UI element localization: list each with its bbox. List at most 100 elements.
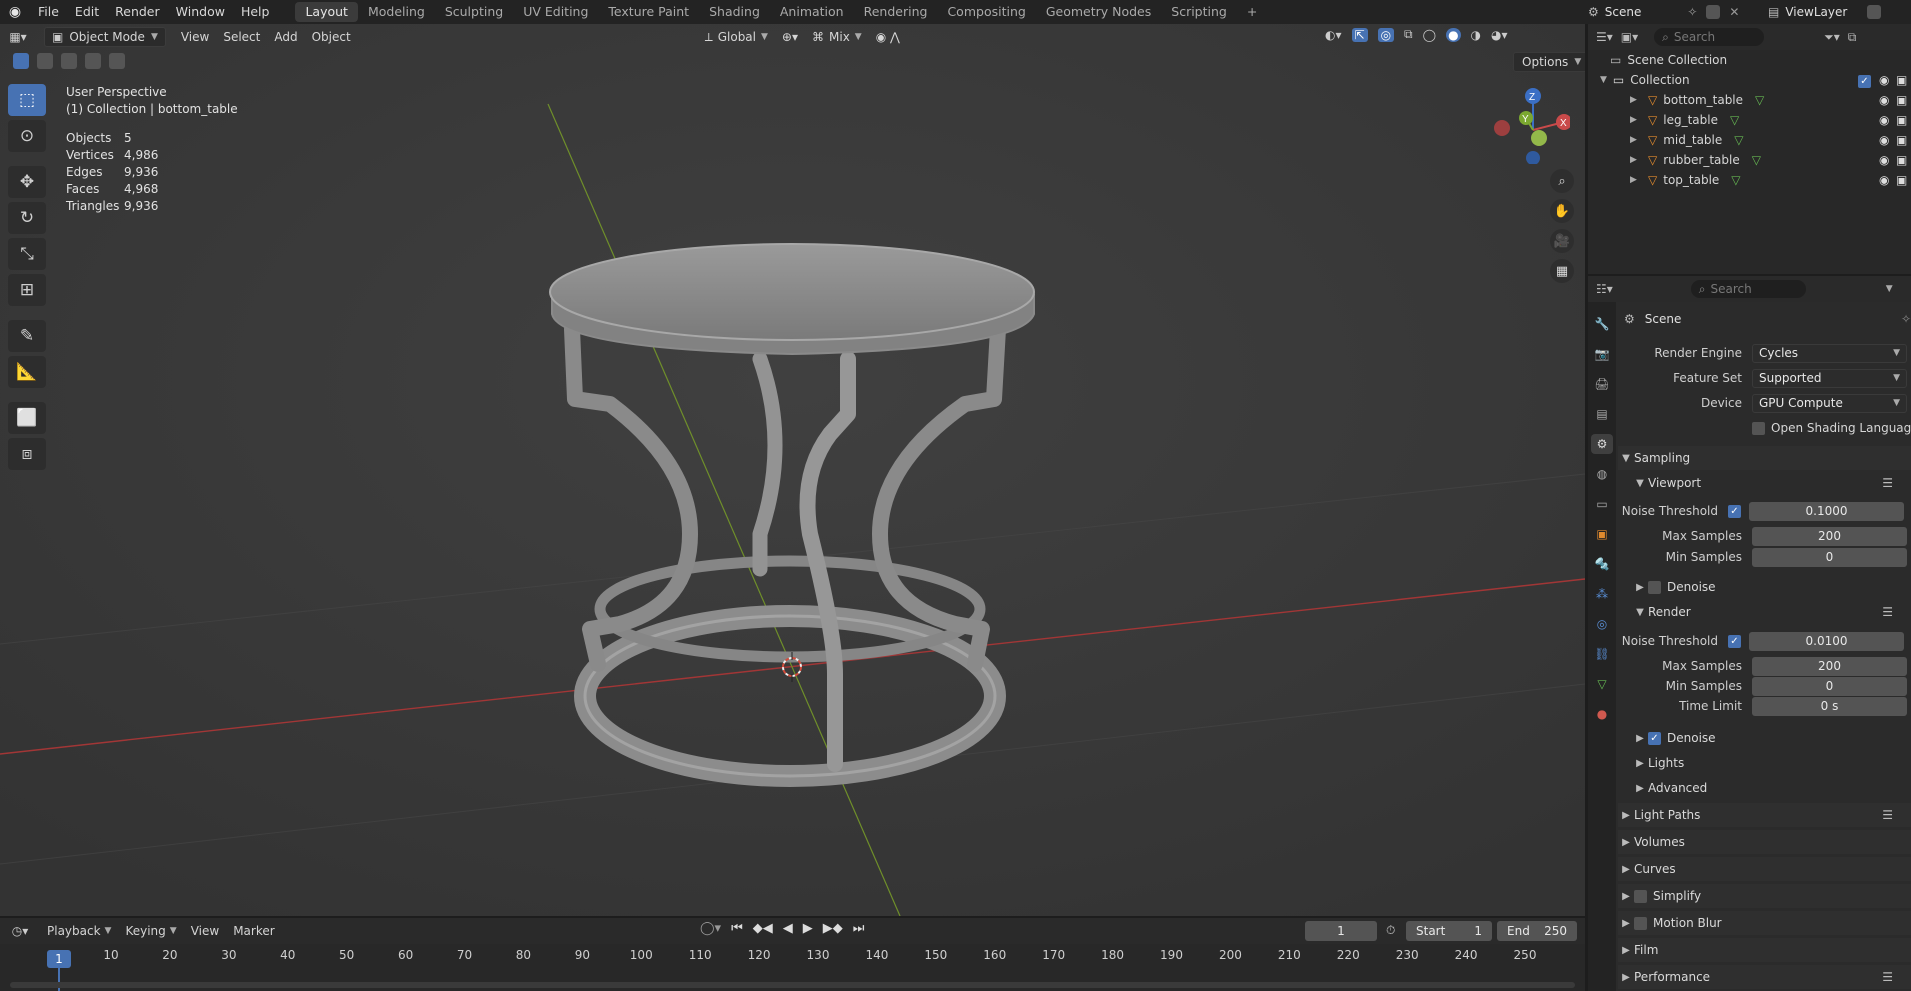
camera-icon[interactable]: ▣	[1896, 93, 1907, 107]
camera-icon[interactable]: ▣	[1896, 113, 1907, 127]
eye-icon[interactable]: ◉	[1879, 153, 1889, 167]
display-mode-icon[interactable]: ▣▾	[1621, 30, 1638, 44]
top-table-surface[interactable]	[549, 243, 1035, 341]
presets-list-icon[interactable]: ☰	[1882, 970, 1893, 984]
light-paths-panel[interactable]: ▶ Light Paths ☰	[1618, 803, 1911, 827]
select-box-tool[interactable]: ⬚	[8, 84, 46, 116]
chevron-down-icon[interactable]: ▼	[1886, 284, 1893, 294]
advanced-subpanel[interactable]: ▶ Advanced	[1632, 776, 1911, 800]
stopwatch-icon[interactable]: ⏱	[1386, 923, 1395, 938]
timeline-scrollbar[interactable]	[10, 982, 1575, 988]
zoom-icon[interactable]: ⌕	[1550, 169, 1574, 193]
camera-view-icon[interactable]: 🎥	[1550, 229, 1574, 253]
gizmo-neg-y[interactable]	[1531, 130, 1547, 146]
eye-icon[interactable]: ◉	[1879, 113, 1889, 127]
r-denoise-checkbox[interactable]: ✓	[1648, 731, 1661, 745]
vp-noise-threshold-field[interactable]: 0.1000	[1749, 501, 1904, 521]
scene-selector[interactable]: ⚙ Scene ✧ ✕	[1588, 2, 1748, 22]
wireframe-shading-icon[interactable]: ◯	[1423, 28, 1436, 42]
view-layer-selector[interactable]: ▤ ViewLayer	[1768, 2, 1911, 22]
rotate-tool[interactable]: ↻	[8, 202, 46, 234]
annotate-tool[interactable]: ✎	[8, 320, 46, 352]
playback-menu[interactable]: Playback ▼	[40, 921, 118, 941]
scene-collection-row[interactable]: ▭ Scene Collection	[1588, 50, 1911, 70]
select-extend-icon[interactable]	[37, 53, 53, 69]
render-tab-icon[interactable]: 📷	[1591, 344, 1613, 364]
select-intersect-icon[interactable]	[109, 53, 125, 69]
navigation-gizmo[interactable]: Z X Y	[1490, 84, 1572, 165]
data-tab-icon[interactable]: ▽	[1591, 674, 1613, 694]
material-tab-icon[interactable]: ●	[1591, 704, 1613, 724]
jump-start-icon[interactable]: ⏮	[731, 921, 743, 936]
r-max-samples-field[interactable]: 200	[1752, 656, 1907, 676]
outliner-object-row[interactable]: ▶ ▽ top_table ▽ ◉ ▣	[1588, 170, 1911, 190]
add-object-tool[interactable]: ⧈	[8, 438, 46, 470]
outliner-object-row[interactable]: ▶ ▽ mid_table ▽ ◉ ▣	[1588, 130, 1911, 150]
add-cube-tool[interactable]: ⬜	[8, 402, 46, 434]
menu-view[interactable]: View	[174, 27, 216, 47]
pivot-dropdown[interactable]: ⊕▾	[775, 27, 805, 47]
scene-tab-icon[interactable]: ⚙	[1591, 434, 1613, 454]
tool-tab-icon[interactable]: 🔧	[1591, 314, 1613, 334]
viewport-subpanel-header[interactable]: ▼ Viewport ☰	[1632, 471, 1911, 495]
auto-keying-icon[interactable]: ◯▾	[700, 921, 721, 936]
new-view-layer-icon[interactable]	[1867, 5, 1882, 19]
eye-icon[interactable]: ◉	[1879, 93, 1889, 107]
timeline-editor-icon[interactable]: ◷▾	[0, 924, 40, 938]
scale-tool[interactable]: ⤡	[8, 238, 46, 270]
tab-animation[interactable]: Animation	[770, 2, 854, 22]
render-engine-dropdown[interactable]: Cycles ▼	[1752, 343, 1907, 363]
chevron-down-icon[interactable]: ▼	[1600, 75, 1607, 85]
pan-hand-icon[interactable]: ✋	[1550, 199, 1574, 223]
orientation-dropdown[interactable]: ⟂ Global ▼	[698, 27, 775, 47]
vp-min-samples-field[interactable]: 0	[1752, 547, 1907, 567]
eye-icon[interactable]: ◉	[1879, 73, 1889, 87]
overlays-icon[interactable]: ◎	[1377, 27, 1395, 42]
proportional-edit-button[interactable]: ◉ ⋀	[869, 27, 907, 47]
menu-select[interactable]: Select	[216, 27, 267, 47]
curves-panel[interactable]: ▶ Curves	[1618, 857, 1911, 881]
move-tool[interactable]: ✥	[8, 166, 46, 198]
select-invert-icon[interactable]	[85, 53, 101, 69]
performance-panel[interactable]: ▶ Performance ☰	[1618, 965, 1911, 989]
select-subtract-icon[interactable]	[61, 53, 77, 69]
menu-object[interactable]: Object	[305, 27, 358, 47]
constraints-tab-icon[interactable]: ⛓	[1591, 644, 1613, 664]
solid-shading-icon[interactable]: ●	[1446, 27, 1461, 42]
play-icon[interactable]: ▶	[803, 921, 813, 936]
physics-tab-icon[interactable]: ◎	[1591, 614, 1613, 634]
viewport-scene[interactable]	[0, 24, 1585, 916]
tab-texture-paint[interactable]: Texture Paint	[598, 2, 699, 22]
outliner-editor-icon[interactable]: ☰▾	[1596, 30, 1613, 44]
menu-file[interactable]: File	[30, 0, 67, 24]
tab-compositing[interactable]: Compositing	[937, 2, 1035, 22]
jump-keyframe-back-icon[interactable]: ◆◀	[753, 921, 773, 936]
world-tab-icon[interactable]: ◍	[1591, 464, 1613, 484]
editor-type-icon[interactable]: ▦▾	[0, 30, 36, 44]
tab-layout[interactable]: Layout	[295, 2, 358, 22]
vp-max-samples-field[interactable]: 200	[1752, 526, 1907, 546]
presets-list-icon[interactable]: ☰	[1882, 476, 1893, 490]
select-new-icon[interactable]	[13, 53, 29, 69]
playhead[interactable]: 1	[47, 950, 71, 968]
chevron-right-icon[interactable]: ▶	[1630, 155, 1637, 165]
modifier-tab-icon[interactable]: 🔩	[1591, 554, 1613, 574]
sampling-panel-header[interactable]: ▼ Sampling	[1618, 446, 1911, 470]
camera-icon[interactable]: ▣	[1896, 73, 1907, 87]
measure-tool[interactable]: 📐	[8, 356, 46, 388]
collection-row[interactable]: ▼ ▭ Collection ✓ ◉ ▣	[1588, 70, 1911, 90]
collection-tab-icon[interactable]: ▭	[1591, 494, 1613, 514]
gizmo-neg-x[interactable]	[1494, 120, 1510, 136]
camera-icon[interactable]: ▣	[1896, 173, 1907, 187]
chevron-right-icon[interactable]: ▶	[1630, 115, 1637, 125]
tab-uv-editing[interactable]: UV Editing	[513, 2, 598, 22]
menu-edit[interactable]: Edit	[67, 0, 107, 24]
osl-checkbox[interactable]	[1752, 421, 1765, 435]
menu-help[interactable]: Help	[233, 0, 278, 24]
tab-scripting[interactable]: Scripting	[1161, 2, 1237, 22]
outliner-object-row[interactable]: ▶ ▽ rubber_table ▽ ◉ ▣	[1588, 150, 1911, 170]
lights-subpanel[interactable]: ▶ Lights	[1632, 751, 1911, 775]
motion-blur-checkbox[interactable]	[1634, 916, 1647, 930]
view-layer-tab-icon[interactable]: ▤	[1591, 404, 1613, 424]
tab-rendering[interactable]: Rendering	[854, 2, 938, 22]
